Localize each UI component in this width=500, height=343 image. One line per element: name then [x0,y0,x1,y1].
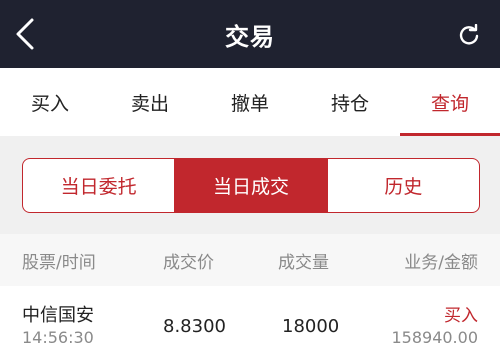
trade-tabs: 买入 卖出 撤单 持仓 查询 [0,68,500,136]
deal-amount: 158940.00 [391,328,478,343]
column-header-side-amount: 业务/金额 [404,252,478,273]
tab-query[interactable]: 查询 [400,68,500,136]
query-segmented-control: 当日委托 当日成交 历史 [22,158,480,213]
title-bar: 交易 [0,0,500,68]
refresh-button[interactable] [456,22,482,48]
stock-name: 中信国安 [22,305,94,326]
trade-screen: 交易 买入 卖出 撤单 持仓 查询 当日委托 当日成交 历史 股票/时间 成交价… [0,0,500,343]
deal-time: 14:56:30 [22,328,94,343]
tab-buy[interactable]: 买入 [0,68,100,136]
segment-today-deals[interactable]: 当日成交 [175,159,328,212]
segment-today-orders[interactable]: 当日委托 [23,159,176,212]
tab-sell[interactable]: 卖出 [100,68,200,136]
deal-price: 8.8300 [163,316,226,337]
table-header: 股票/时间 成交价 成交量 业务/金额 [0,234,500,286]
deal-volume: 18000 [282,316,340,337]
trade-side: 买入 [444,306,478,326]
column-header-volume: 成交量 [278,252,329,273]
column-header-price: 成交价 [163,252,214,273]
query-filter-area: 当日委托 当日成交 历史 [0,136,500,234]
table-row[interactable]: 中信国安 14:56:30 8.8300 18000 买入 158940.00 [0,286,500,343]
refresh-icon [459,24,479,45]
tab-cancel-order[interactable]: 撤单 [200,68,300,136]
page-title: 交易 [225,22,275,51]
tab-positions[interactable]: 持仓 [300,68,400,136]
column-header-stock-time: 股票/时间 [22,252,96,273]
segment-history[interactable]: 历史 [328,159,479,212]
